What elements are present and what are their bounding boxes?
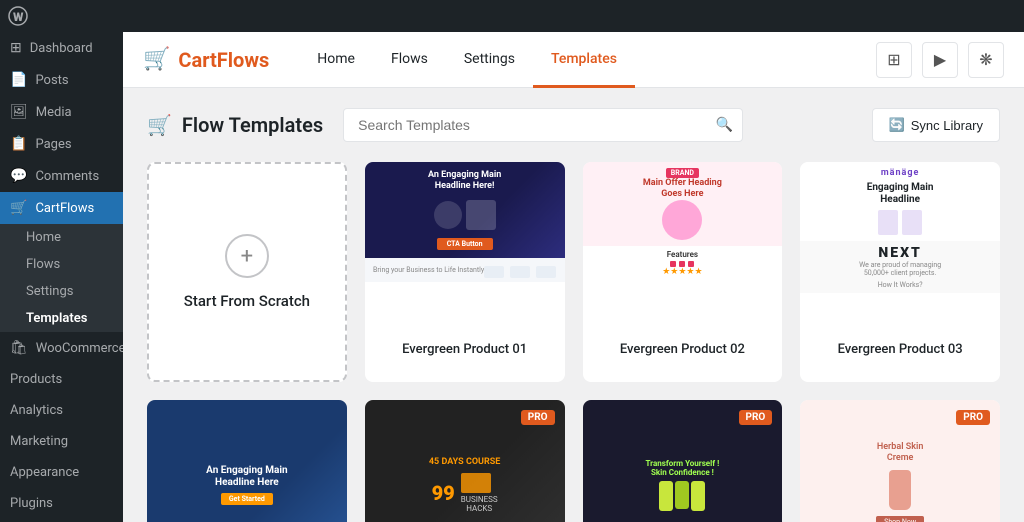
template-card-r2-1[interactable]: An Engaging MainHeadline Here Get Starte…: [147, 400, 347, 522]
submenu-item-home[interactable]: Home: [0, 224, 123, 251]
sidebar-item-label: Appearance: [10, 465, 79, 480]
sidebar-item-label: Marketing: [10, 434, 68, 449]
pro-badge-r2-2: PRO: [521, 410, 555, 425]
sidebar: ⊞ Dashboard 📄 Posts 🖼 Media 📋 Pages 💬 Co…: [0, 0, 123, 522]
nav-icon-settings-button[interactable]: ❋: [968, 42, 1004, 78]
sidebar-item-label: Dashboard: [30, 41, 93, 56]
template-label-ep2: Evergreen Product 02: [583, 332, 783, 367]
content-title: 🛒 Flow Templates: [147, 113, 323, 137]
sidebar-item-products[interactable]: Products: [0, 364, 123, 395]
nav-icon-grid-button[interactable]: ⊞: [876, 42, 912, 78]
cartflows-submenu: Home Flows Settings Templates: [0, 224, 123, 332]
sidebar-item-cartflows[interactable]: 🛒 CartFlows: [0, 192, 123, 224]
dashboard-icon: ⊞: [10, 40, 22, 56]
template-card-ep1[interactable]: An Engaging MainHeadline Here! CTA Butto…: [365, 162, 565, 382]
sidebar-item-analytics[interactable]: Analytics: [0, 395, 123, 426]
nav-icons: ⊞ ▶ ❋: [876, 42, 1004, 78]
scratch-card[interactable]: + Start From Scratch: [147, 162, 347, 382]
template-card-ep3[interactable]: mänäge Engaging MainHeadline NEXT We are…: [800, 162, 1000, 382]
brand-name: CartFlows: [178, 48, 269, 72]
pro-badge-r2-4: PRO: [956, 410, 990, 425]
sidebar-item-label: Plugins: [10, 496, 53, 511]
search-input[interactable]: [343, 108, 743, 142]
sidebar-item-label: Posts: [35, 73, 68, 88]
sidebar-item-label: Comments: [35, 169, 99, 184]
woocommerce-icon: 🛍: [10, 340, 28, 356]
sidebar-item-dashboard[interactable]: ⊞ Dashboard: [0, 32, 123, 64]
template-label-ep3: Evergreen Product 03: [800, 332, 1000, 367]
sidebar-item-comments[interactable]: 💬 Comments: [0, 160, 123, 192]
template-preview-ep3: mänäge Engaging MainHeadline NEXT We are…: [800, 162, 1000, 332]
submenu-item-templates[interactable]: Templates: [0, 305, 123, 332]
nav-tabs: Home Flows Settings Templates: [299, 32, 635, 87]
posts-icon: 📄: [10, 72, 27, 88]
sidebar-item-appearance[interactable]: Appearance: [0, 457, 123, 488]
sidebar-item-pages[interactable]: 📋 Pages: [0, 128, 123, 160]
sidebar-item-label: Pages: [35, 137, 71, 152]
template-card-r2-4[interactable]: PRO Herbal SkinCreme Shop Now Herbal Ski…: [800, 400, 1000, 522]
tab-templates[interactable]: Templates: [533, 33, 635, 88]
tab-home[interactable]: Home: [299, 33, 373, 88]
pro-badge-r2-3: PRO: [739, 410, 773, 425]
sync-label: Sync Library: [911, 118, 983, 133]
scratch-label: Start From Scratch: [184, 292, 310, 310]
content-header: 🛒 Flow Templates 🔍 🔄 Sync Library: [147, 108, 1000, 142]
content-area: 🛒 Flow Templates 🔍 🔄 Sync Library + Star…: [123, 88, 1024, 522]
sync-icon: 🔄: [889, 117, 905, 133]
brand: 🛒 CartFlows: [143, 47, 269, 72]
templates-grid: + Start From Scratch An Engaging MainHea…: [147, 162, 1000, 522]
sync-library-button[interactable]: 🔄 Sync Library: [872, 108, 1000, 142]
sidebar-item-marketing[interactable]: Marketing: [0, 426, 123, 457]
top-nav: 🛒 CartFlows Home Flows Settings Template…: [123, 32, 1024, 88]
media-icon: 🖼: [10, 104, 28, 120]
sidebar-item-label: WooCommerce: [36, 341, 123, 356]
submenu-item-flows[interactable]: Flows: [0, 251, 123, 278]
wp-admin-bar: W: [0, 0, 1024, 32]
sidebar-item-label: Analytics: [10, 403, 63, 418]
template-card-r2-2[interactable]: PRO 45 DAYS COURSE 99 BUSINESSHACKS: [365, 400, 565, 522]
sidebar-item-label: Media: [36, 105, 72, 120]
sidebar-item-media[interactable]: 🖼 Media: [0, 96, 123, 128]
submenu-item-settings[interactable]: Settings: [0, 278, 123, 305]
tab-flows[interactable]: Flows: [373, 33, 446, 88]
cartflows-icon: 🛒: [10, 200, 27, 216]
nav-icon-video-button[interactable]: ▶: [922, 42, 958, 78]
svg-text:W: W: [13, 10, 24, 24]
template-card-ep2[interactable]: BRAND Main Offer HeadingGoes Here Featur…: [583, 162, 783, 382]
template-preview-r2-1: An Engaging MainHeadline Here Get Starte…: [147, 400, 347, 522]
main-content: 🛒 CartFlows Home Flows Settings Template…: [123, 0, 1024, 522]
template-label-ep1: Evergreen Product 01: [365, 332, 565, 367]
sidebar-item-posts[interactable]: 📄 Posts: [0, 64, 123, 96]
comments-icon: 💬: [10, 168, 27, 184]
page-title: Flow Templates: [182, 113, 323, 137]
brand-icon: 🛒: [143, 47, 170, 72]
template-card-r2-3[interactable]: PRO Transform Yourself !Skin Confidence …: [583, 400, 783, 522]
flow-templates-icon: 🛒: [147, 113, 172, 137]
scratch-plus-icon: +: [225, 234, 269, 278]
sidebar-item-woocommerce[interactable]: 🛍 WooCommerce: [0, 332, 123, 364]
tab-settings[interactable]: Settings: [446, 33, 533, 88]
template-preview-ep2: BRAND Main Offer HeadingGoes Here Featur…: [583, 162, 783, 332]
template-preview-ep1: An Engaging MainHeadline Here! CTA Butto…: [365, 162, 565, 332]
pages-icon: 📋: [10, 136, 27, 152]
search-box: 🔍: [343, 108, 743, 142]
search-icon: 🔍: [716, 117, 733, 133]
sidebar-item-label: Products: [10, 372, 62, 387]
sidebar-item-plugins[interactable]: Plugins: [0, 488, 123, 519]
wp-logo-icon: W: [8, 6, 28, 26]
sidebar-item-label: CartFlows: [35, 201, 94, 216]
